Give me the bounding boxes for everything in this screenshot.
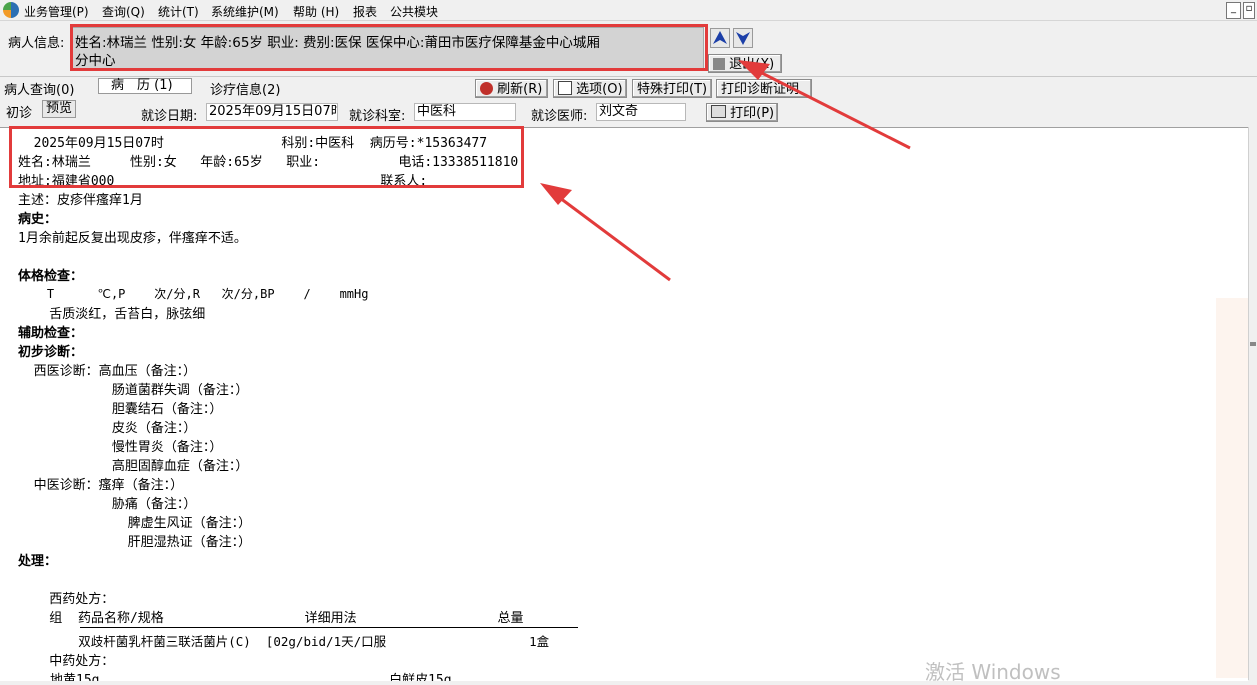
- annotation-arrows: [540, 60, 911, 282]
- activation-watermark: 激活 Windows: [925, 660, 1061, 684]
- arrowhead-top-icon: [738, 60, 770, 80]
- arrow-line-top: [751, 66, 911, 150]
- arrow-line-record: [555, 193, 671, 282]
